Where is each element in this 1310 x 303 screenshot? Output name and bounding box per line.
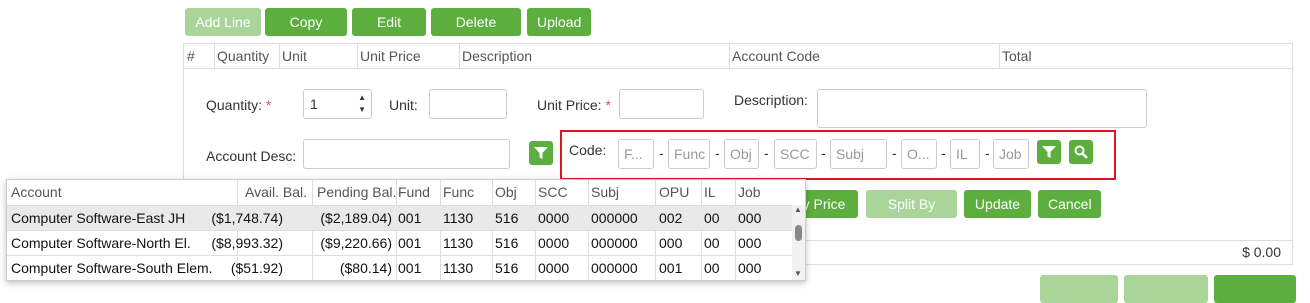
- col-total: Total: [1002, 48, 1032, 64]
- dropdown-cell: ($2,189.04): [320, 210, 392, 226]
- dropdown-cell: 001: [398, 235, 422, 251]
- dropdown-cell: ($80.14): [339, 260, 392, 276]
- dropdown-row[interactable]: Computer Software-North El. ($8,993.32) …: [7, 231, 793, 256]
- copy-line-button[interactable]: Copy Line: [265, 8, 347, 58]
- col-account-code: Account Code: [732, 48, 820, 64]
- description-field[interactable]: [817, 89, 1147, 128]
- dropdown-cell: 1130: [443, 210, 474, 226]
- dropdown-cell: 00: [704, 210, 720, 226]
- col-description: Description: [462, 48, 533, 64]
- unit-price-label: Unit Price: *: [537, 97, 611, 113]
- dd-col-func: Func: [443, 184, 475, 200]
- dd-col-obj: Obj: [495, 184, 517, 200]
- unit-label: Unit:: [389, 97, 418, 113]
- account-filter-button[interactable]: [529, 141, 553, 165]
- upload-button[interactable]: Upload: [527, 8, 591, 36]
- dd-col-fund: Fund: [398, 184, 430, 200]
- dropdown-cell: 0000: [538, 210, 570, 226]
- dropdown-cell: 000: [659, 235, 683, 251]
- quantity-value: 1: [310, 96, 318, 112]
- description-label: Description:: [734, 92, 808, 108]
- dd-col-pending: Pending Bal.: [317, 184, 397, 200]
- dropdown-cell: 000000: [591, 260, 638, 276]
- col-quantity: Quantity: [217, 48, 270, 64]
- dropdown-cell: 516: [495, 210, 519, 226]
- update-button[interactable]: Update: [964, 190, 1031, 218]
- dropdown-cell: 000000: [591, 210, 638, 226]
- dropdown-cell: Computer Software-South Elem.: [11, 260, 213, 276]
- account-desc-field[interactable]: [303, 139, 510, 169]
- dropdown-cell: Computer Software-North El.: [11, 235, 191, 251]
- chevron-down-icon[interactable]: ▼: [358, 96, 366, 124]
- dd-col-account: Account: [11, 184, 62, 200]
- dropdown-cell: 0000: [538, 235, 570, 251]
- total-value: $ 0.00: [1242, 244, 1281, 260]
- dd-col-il: IL: [704, 184, 716, 200]
- dropdown-cell: 002: [659, 210, 683, 226]
- filter-icon: [534, 147, 548, 159]
- col-unit: Unit: [282, 48, 307, 64]
- dropdown-cell: 0000: [538, 260, 570, 276]
- cancel-request-button[interactable]: [1214, 275, 1296, 303]
- dropdown-cell: ($8,993.32): [211, 235, 283, 251]
- account-desc-label: Account Desc:: [206, 148, 297, 164]
- dropdown-cell: Computer Software-East JH: [11, 210, 186, 226]
- dropdown-cell: 001: [398, 210, 422, 226]
- dropdown-header: Account Avail. Bal. Pending Bal. Fund Fu…: [7, 180, 793, 206]
- dropdown-cell: 000: [738, 260, 762, 276]
- unit-field[interactable]: [429, 89, 507, 119]
- dropdown-cell: 000: [738, 235, 762, 251]
- dropdown-cell: 001: [398, 260, 422, 276]
- account-dropdown[interactable]: Account Avail. Bal. Pending Bal. Fund Fu…: [6, 179, 806, 281]
- dropdown-cell: ($1,748.74): [211, 210, 283, 226]
- dropdown-cell: 516: [495, 260, 519, 276]
- dd-col-scc: SCC: [538, 184, 568, 200]
- dropdown-cell: 000000: [591, 235, 638, 251]
- dropdown-row[interactable]: Computer Software-South Elem. ($51.92) (…: [7, 256, 793, 280]
- dropdown-cell: 1130: [443, 235, 474, 251]
- scrollbar-thumb[interactable]: [795, 225, 802, 241]
- dd-col-job: Job: [738, 184, 761, 200]
- dd-col-subj: Subj: [591, 184, 620, 200]
- dd-col-opu: OPU: [659, 184, 690, 200]
- quantity-label: Quantity: *: [206, 97, 272, 113]
- dropdown-cell: 00: [704, 235, 720, 251]
- code-highlight-box: [560, 130, 1116, 180]
- dd-col-avail: Avail. Bal.: [245, 184, 307, 200]
- split-by-qty-button[interactable]: Split By Qty: [866, 190, 957, 240]
- col-number: #: [187, 48, 195, 64]
- scroll-up-icon[interactable]: ▲: [794, 205, 802, 214]
- cancel-button[interactable]: Cancel: [1038, 190, 1101, 218]
- line-grid-header: # Quantity Unit Unit Price Description A…: [183, 43, 1293, 69]
- unit-price-field[interactable]: [619, 89, 704, 119]
- dropdown-scrollbar[interactable]: ▲ ▼: [792, 205, 805, 280]
- dropdown-cell: 1130: [443, 260, 474, 276]
- edit-line-button[interactable]: Edit Line: [352, 8, 426, 58]
- dropdown-cell: 000: [738, 210, 762, 226]
- col-unit-price: Unit Price: [360, 48, 421, 64]
- scroll-down-icon[interactable]: ▼: [794, 269, 802, 278]
- dropdown-cell: ($9,220.66): [320, 235, 392, 251]
- dropdown-cell: 001: [659, 260, 683, 276]
- dropdown-row[interactable]: Computer Software-East JH ($1,748.74) ($…: [7, 206, 793, 231]
- quantity-stepper[interactable]: 1 ▲ ▼: [303, 89, 372, 119]
- dropdown-cell: 00: [704, 260, 720, 276]
- dropdown-cell: ($51.92): [230, 260, 283, 276]
- delete-line-button[interactable]: Delete Line: [431, 8, 521, 58]
- add-line-button[interactable]: Add Line: [185, 8, 261, 36]
- submit-button[interactable]: [1040, 275, 1118, 303]
- dropdown-cell: 516: [495, 235, 519, 251]
- save-draft-button[interactable]: [1124, 275, 1208, 303]
